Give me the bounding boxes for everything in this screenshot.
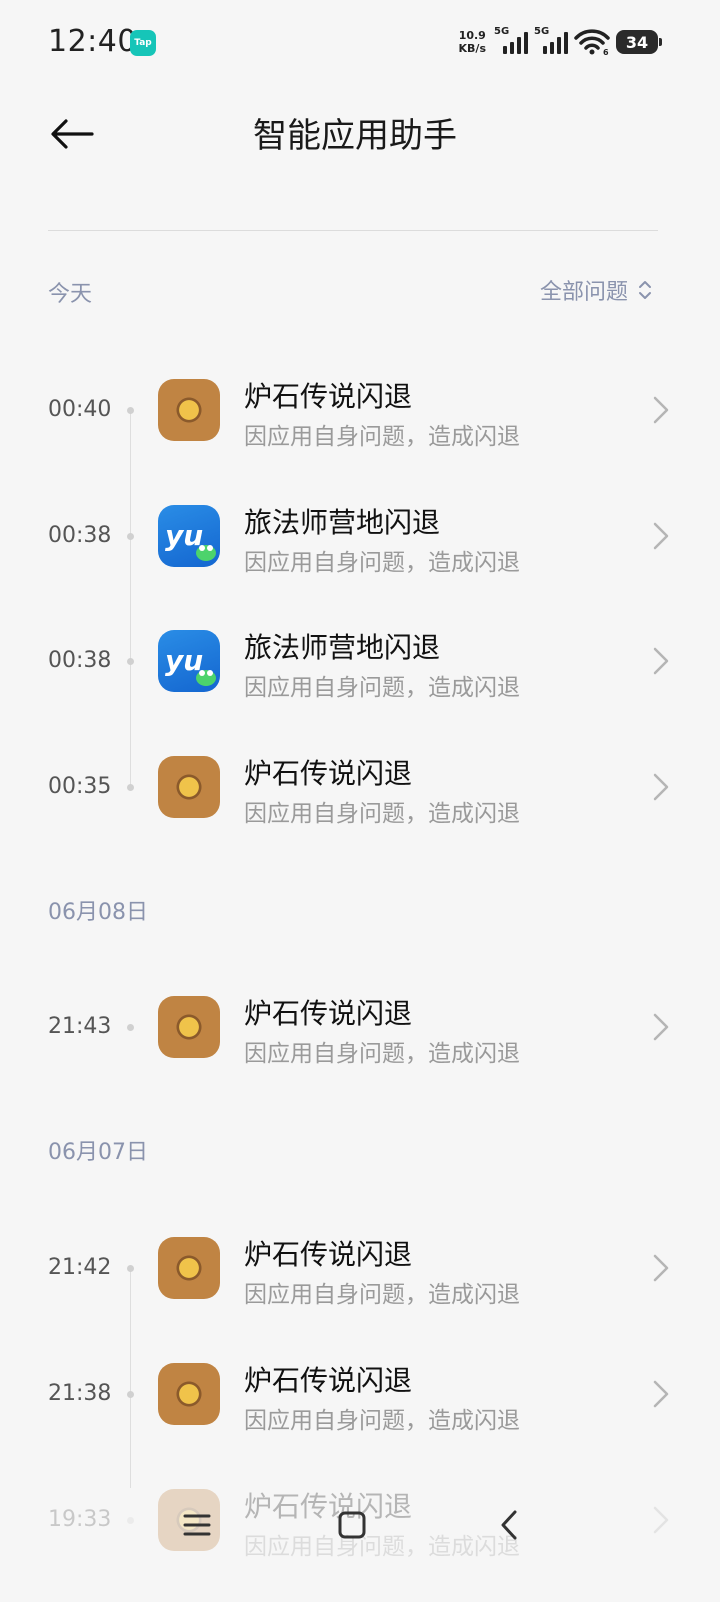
chevron-right-icon bbox=[653, 522, 669, 550]
chevron-right-icon bbox=[653, 396, 669, 424]
crash-reason: 因应用自身问题，造成闪退 bbox=[244, 801, 520, 827]
header: 智能应用助手 bbox=[0, 88, 720, 232]
timeline-line bbox=[130, 410, 131, 790]
list-item[interactable]: 00:38 yu 旅法师营地闪退 因应用自身问题，造成闪退 bbox=[0, 616, 720, 706]
crash-reason: 因应用自身问题，造成闪退 bbox=[244, 1408, 520, 1434]
svg-text:yu: yu bbox=[165, 519, 203, 552]
header-divider bbox=[48, 230, 658, 231]
menu-button[interactable] bbox=[172, 1500, 222, 1550]
status-time: 12:40 bbox=[48, 24, 137, 59]
list-item[interactable]: 00:40 炉石传说闪退 因应用自身问题，造成闪退 bbox=[0, 365, 720, 455]
crash-time: 21:38 bbox=[48, 1381, 112, 1406]
section-label-date: 06月07日 bbox=[48, 1140, 148, 1165]
chevron-right-icon bbox=[653, 1254, 669, 1282]
crash-reason: 因应用自身问题，造成闪退 bbox=[244, 550, 520, 576]
timeline-dot bbox=[127, 1391, 134, 1398]
section-label-today: 今天 bbox=[48, 282, 93, 307]
menu-icon bbox=[183, 1514, 211, 1536]
chevron-right-icon bbox=[653, 1380, 669, 1408]
tap-app-icon: Tap bbox=[130, 30, 156, 56]
network-speed-value: 10.9 bbox=[458, 29, 486, 42]
crash-time: 00:38 bbox=[48, 523, 112, 548]
page-title: 智能应用助手 bbox=[253, 116, 457, 156]
svg-text:yu: yu bbox=[165, 644, 203, 677]
navigation-bar bbox=[0, 1480, 720, 1570]
network-speed-unit: KB/s bbox=[458, 42, 486, 55]
timeline-dot bbox=[127, 784, 134, 791]
crash-time: 21:43 bbox=[48, 1014, 112, 1039]
hearthstone-icon bbox=[158, 996, 220, 1058]
yu-camp-icon: yu bbox=[158, 630, 220, 692]
signal-sim2-icon: 5G bbox=[534, 26, 568, 56]
crash-title: 炉石传说闪退 bbox=[244, 1364, 413, 1397]
section-label-date: 06月08日 bbox=[48, 900, 148, 925]
crash-time: 00:38 bbox=[48, 648, 112, 673]
issue-filter-dropdown[interactable]: 全部问题 bbox=[540, 274, 652, 306]
list-item[interactable]: 21:43 炉石传说闪退 因应用自身问题，造成闪退 bbox=[0, 982, 720, 1072]
wifi-icon: 6 bbox=[574, 29, 610, 56]
battery-icon: 34 bbox=[616, 30, 662, 54]
chevron-right-icon bbox=[653, 773, 669, 801]
hearthstone-icon bbox=[158, 1237, 220, 1299]
hearthstone-icon bbox=[158, 756, 220, 818]
list-item[interactable]: 00:38 yu 旅法师营地闪退 因应用自身问题，造成闪退 bbox=[0, 491, 720, 581]
yu-camp-icon: yu bbox=[158, 505, 220, 567]
home-square-icon bbox=[338, 1511, 366, 1539]
wifi-label: 6 bbox=[603, 48, 609, 56]
crash-reason: 因应用自身问题，造成闪退 bbox=[244, 675, 520, 701]
crash-time: 00:40 bbox=[48, 397, 112, 422]
crash-title: 旅法师营地闪退 bbox=[244, 506, 441, 539]
filter-label: 全部问题 bbox=[539, 280, 628, 305]
timeline-dot bbox=[127, 533, 134, 540]
timeline-dot bbox=[127, 658, 134, 665]
list-item[interactable]: 21:38 炉石传说闪退 因应用自身问题，造成闪退 bbox=[0, 1349, 720, 1439]
home-button[interactable] bbox=[327, 1500, 377, 1550]
chevron-right-icon bbox=[653, 1013, 669, 1041]
list-item[interactable]: 21:42 炉石传说闪退 因应用自身问题，造成闪退 bbox=[0, 1223, 720, 1313]
battery-level: 34 bbox=[625, 32, 649, 52]
crash-time: 21:42 bbox=[48, 1255, 112, 1280]
timeline-dot bbox=[127, 407, 134, 414]
crash-reason: 因应用自身问题，造成闪退 bbox=[244, 1282, 520, 1308]
status-indicators: 10.9 KB/s 5G 5G 6 34 bbox=[459, 26, 662, 58]
crash-title: 炉石传说闪退 bbox=[244, 1238, 413, 1271]
timeline-dot bbox=[127, 1024, 134, 1031]
crash-reason: 因应用自身问题，造成闪退 bbox=[244, 424, 520, 450]
network-speed: 10.9 KB/s bbox=[459, 29, 486, 55]
sort-updown-icon bbox=[639, 281, 651, 299]
list-item[interactable]: 00:35 炉石传说闪退 因应用自身问题，造成闪退 bbox=[0, 742, 720, 832]
system-back-button[interactable] bbox=[484, 1500, 534, 1550]
hearthstone-icon bbox=[158, 1363, 220, 1425]
crash-title: 炉石传说闪退 bbox=[244, 757, 413, 790]
crash-time: 00:35 bbox=[48, 774, 112, 799]
crash-title: 炉石传说闪退 bbox=[244, 997, 413, 1030]
crash-reason: 因应用自身问题，造成闪退 bbox=[244, 1041, 520, 1067]
timeline-dot bbox=[127, 1265, 134, 1272]
status-bar: 12:40 Tap 10.9 KB/s 5G 5G 6 34 bbox=[0, 0, 720, 88]
signal-sim1-icon: 5G bbox=[494, 26, 528, 56]
chevron-right-icon bbox=[653, 647, 669, 675]
hearthstone-icon bbox=[158, 379, 220, 441]
crash-title: 旅法师营地闪退 bbox=[244, 631, 441, 664]
back-chevron-icon bbox=[501, 1510, 517, 1540]
crash-title: 炉石传说闪退 bbox=[244, 380, 413, 413]
